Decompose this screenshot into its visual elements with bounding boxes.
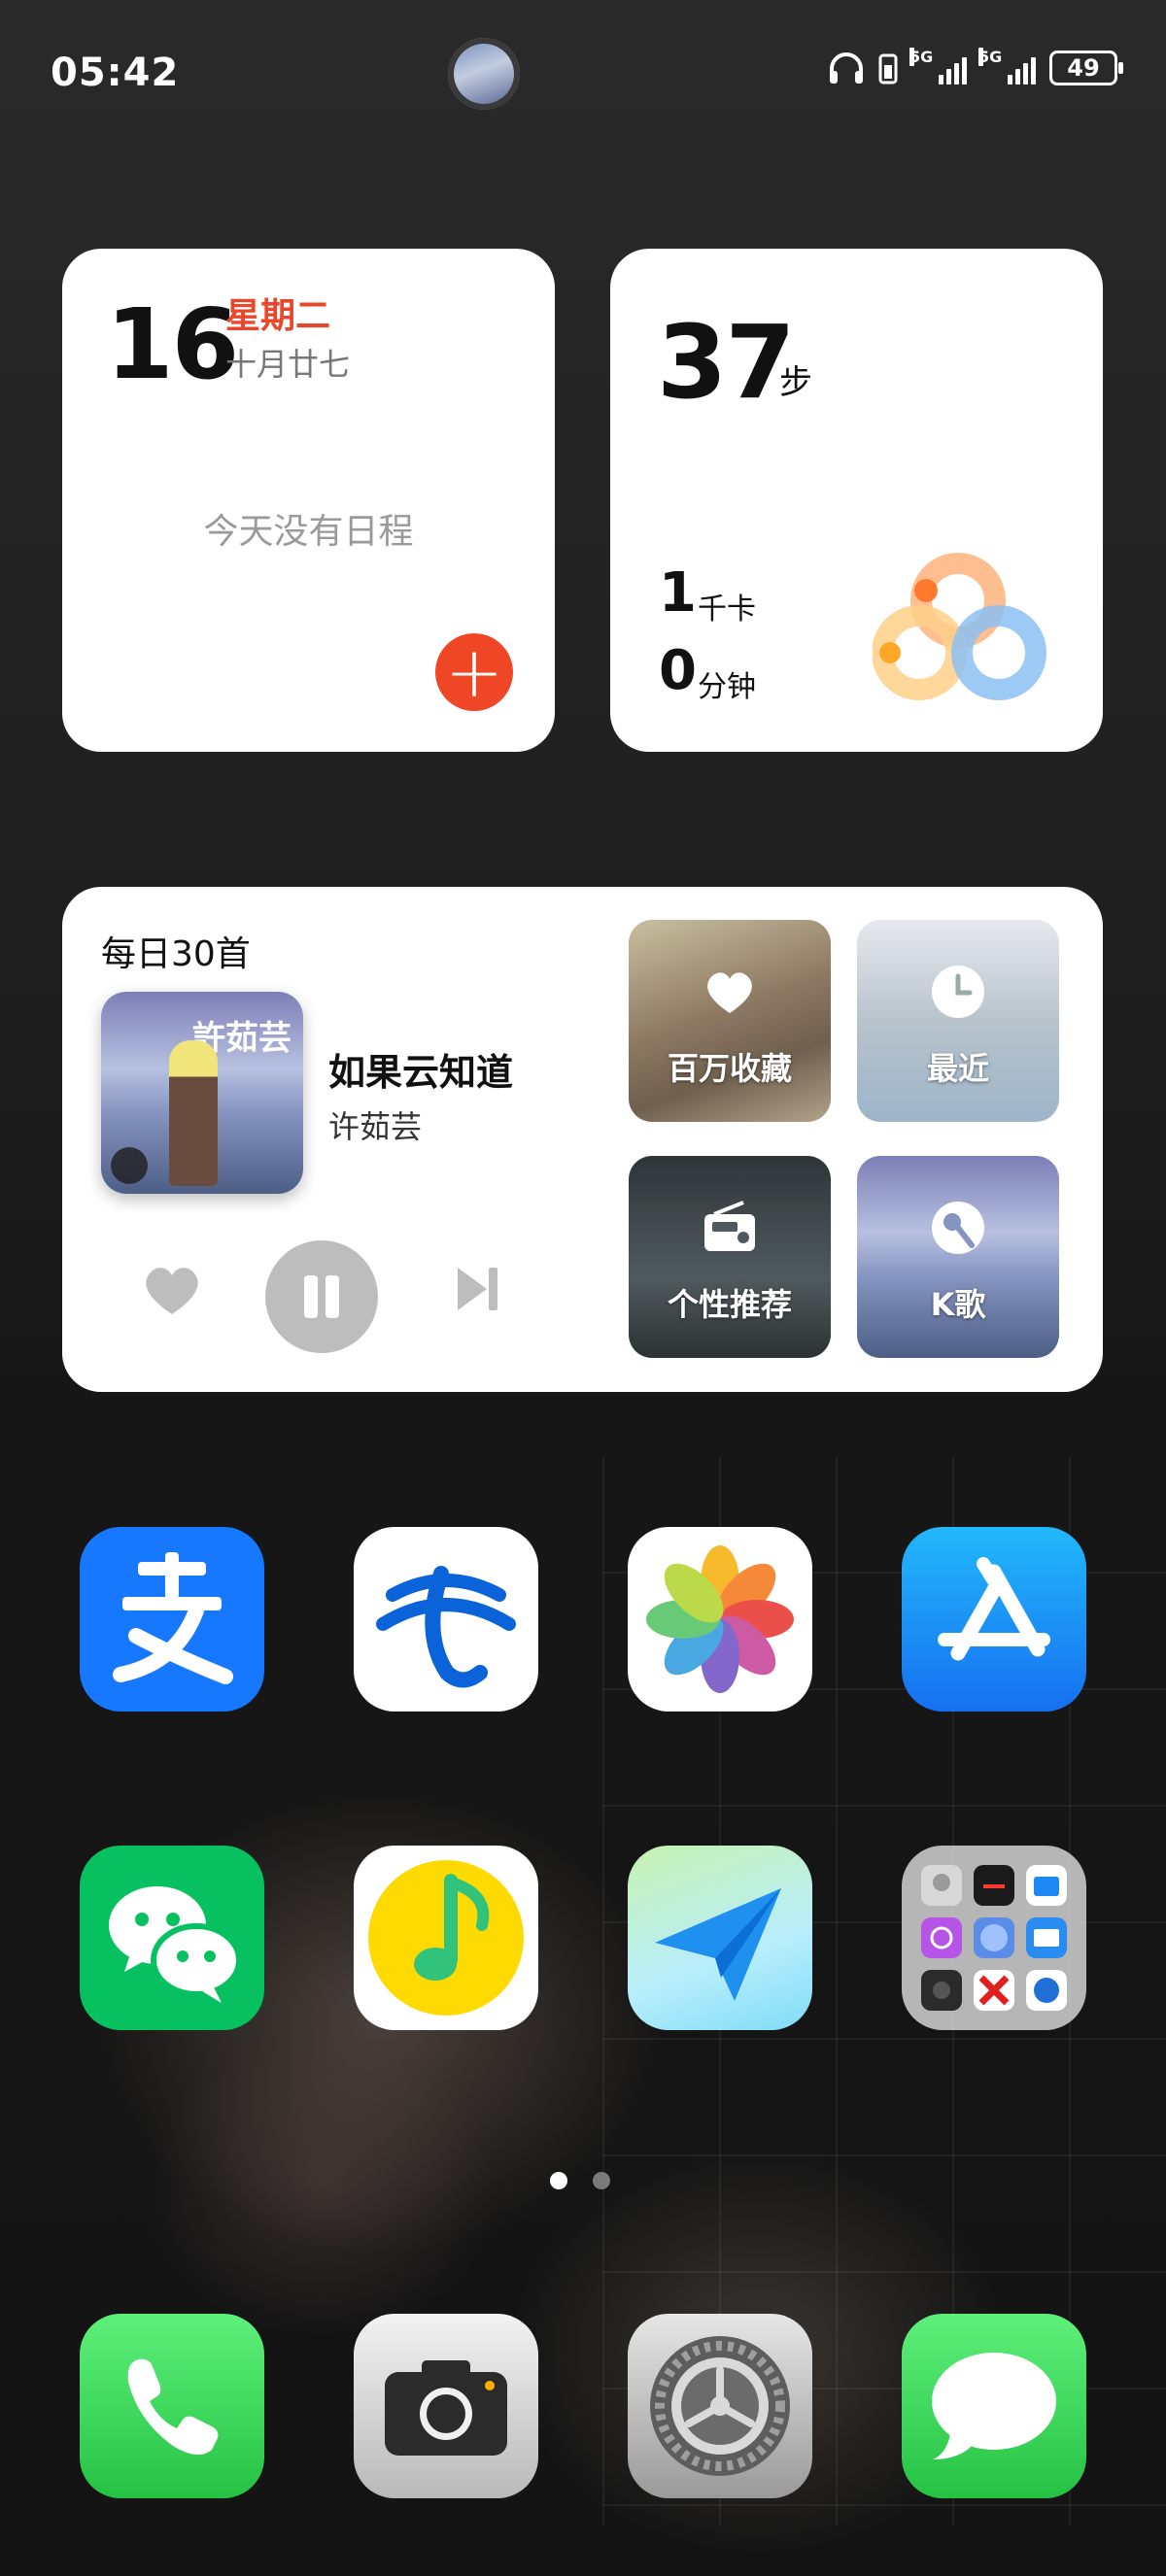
battery-icon: 49 <box>1049 51 1123 85</box>
music-header: 每日30首 <box>101 934 251 974</box>
settings-app[interactable] <box>628 2314 812 2498</box>
pause-button[interactable] <box>265 1240 378 1353</box>
china-telecom-icon <box>376 1566 516 1688</box>
steps-unit: 步 <box>779 363 812 402</box>
radio-icon <box>704 1201 755 1251</box>
calories-value: 1 <box>659 561 697 625</box>
page-dot-2[interactable] <box>593 2172 610 2189</box>
headphones-icon <box>830 52 863 84</box>
photos-app[interactable] <box>628 1527 812 1712</box>
dynamic-island-album-art[interactable] <box>448 38 520 110</box>
earbuds-battery-icon <box>878 53 898 85</box>
message-bubble-icon <box>932 2353 1056 2459</box>
tile-karaoke[interactable]: K歌 <box>857 1156 1059 1358</box>
app-store-app[interactable] <box>902 1527 1086 1712</box>
song-artist: 许茹芸 <box>328 1108 423 1145</box>
page-dot-1[interactable] <box>550 2172 567 2189</box>
minutes-value: 0 <box>659 639 697 702</box>
calories-unit: 千卡 <box>698 593 756 627</box>
wechat-app[interactable] <box>80 1846 264 2030</box>
qq-music-icon <box>368 1860 524 2016</box>
song-title: 如果云知道 <box>328 1051 514 1094</box>
photos-icon <box>646 1545 794 1693</box>
folder-icon <box>921 1865 1067 2011</box>
wechat-icon <box>109 1886 242 2003</box>
gear-icon <box>650 2336 790 2476</box>
app-folder[interactable] <box>902 1846 1086 2030</box>
qq-music-app[interactable] <box>354 1846 538 2030</box>
status-icons: 5G 5G 49 <box>828 48 1123 85</box>
calendar-weekday: 星期二 <box>225 296 331 336</box>
alipay-icon <box>113 1552 233 1684</box>
clock-icon <box>932 966 984 1018</box>
heart-icon[interactable] <box>138 1256 206 1324</box>
calendar-widget[interactable]: 16 星期二 十月廿七 今天没有日程 + <box>62 249 555 752</box>
clock: 05:42 <box>51 51 180 95</box>
signal-2-icon: 5G <box>978 48 1036 85</box>
status-bar: 05:42 5G 5G 49 <box>0 0 1166 146</box>
calendar-empty-text: 今天没有日程 <box>203 512 414 552</box>
calendar-day: 16 <box>106 288 239 401</box>
feishu-direct-app[interactable] <box>628 1846 812 2030</box>
add-event-button[interactable]: + <box>435 633 513 711</box>
heart-icon <box>707 972 752 1013</box>
tile-recent[interactable]: 最近 <box>857 920 1059 1122</box>
music-widget[interactable]: 每日30首 許茹芸 如果云知道 许茹芸 百万收藏 最近 个性推荐 K歌 <box>62 887 1103 1392</box>
fitness-widget[interactable]: 37 步 1 千卡 0 分钟 <box>610 249 1103 752</box>
phone-app[interactable] <box>80 2314 264 2498</box>
paper-plane-icon <box>655 1888 781 2001</box>
china-telecom-app[interactable] <box>354 1527 538 1712</box>
vinyl-icon <box>111 1147 148 1184</box>
camera-app[interactable] <box>354 2314 538 2498</box>
minutes-unit: 分钟 <box>698 670 756 704</box>
tile-million-favorites[interactable]: 百万收藏 <box>629 920 831 1122</box>
messages-app[interactable] <box>902 2314 1086 2498</box>
app-store-icon <box>938 1557 1050 1661</box>
steps-count: 37 <box>657 303 796 422</box>
signal-1-icon: 5G <box>909 48 967 85</box>
next-icon[interactable] <box>448 1260 506 1318</box>
activity-rings-icon <box>873 553 1046 700</box>
tile-personal-recommend[interactable]: 个性推荐 <box>629 1156 831 1358</box>
calendar-lunar-date: 十月廿七 <box>225 346 351 383</box>
page-indicator[interactable] <box>550 2172 610 2189</box>
camera-icon <box>385 2360 507 2456</box>
phone-icon <box>127 2358 219 2456</box>
album-cover[interactable]: 許茹芸 <box>101 992 303 1194</box>
karaoke-icon <box>932 1202 984 1254</box>
alipay-app[interactable] <box>80 1527 264 1712</box>
